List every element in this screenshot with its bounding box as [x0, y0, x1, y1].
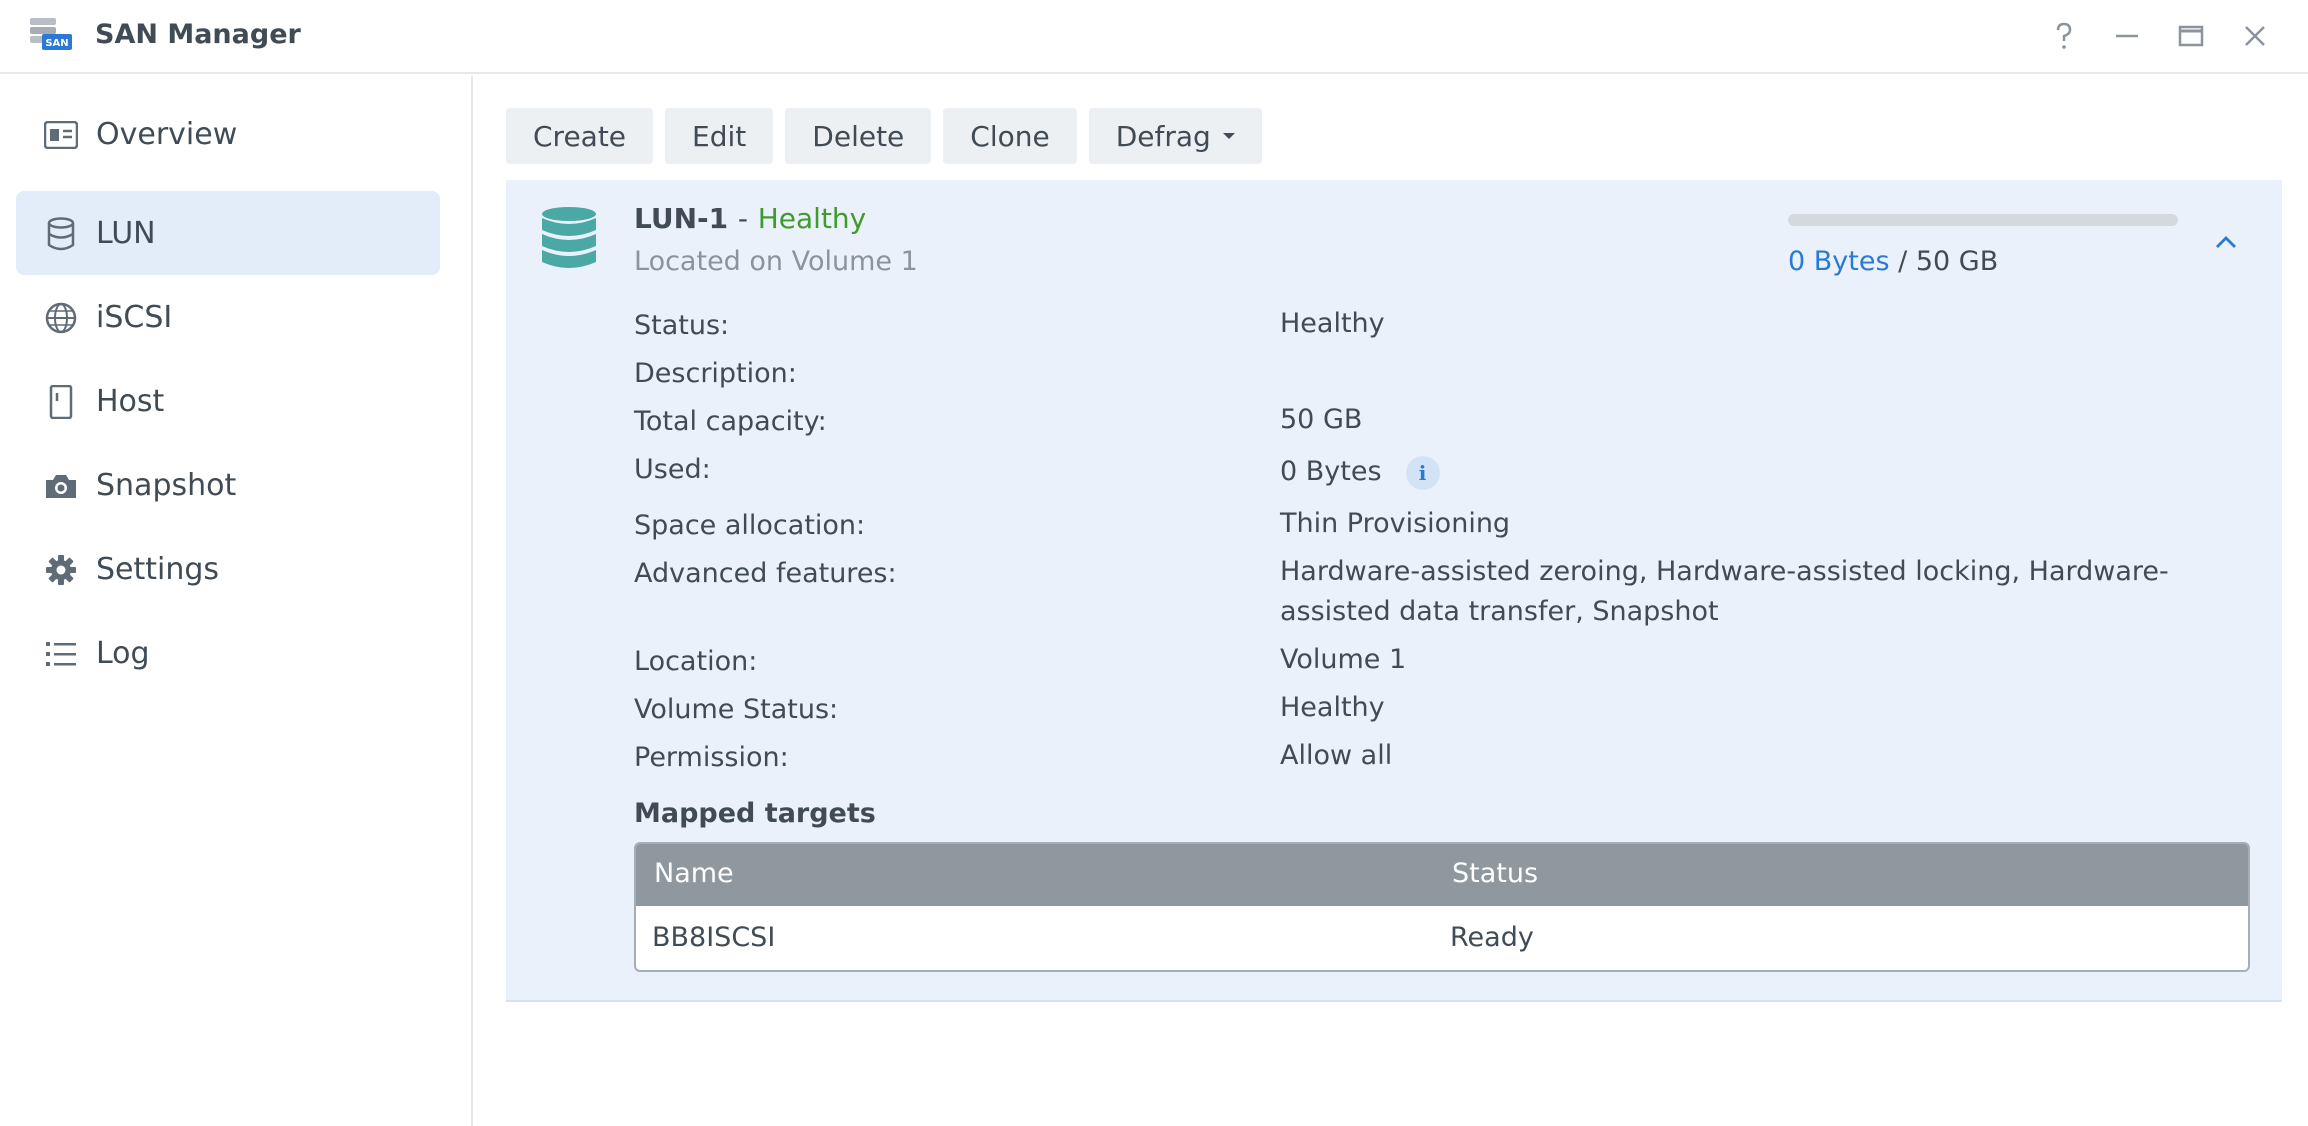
sidebar-item-lun[interactable]: LUN	[16, 191, 440, 275]
description-label: Description:	[634, 358, 797, 389]
camera-icon	[44, 469, 78, 503]
edit-button[interactable]: Edit	[665, 108, 774, 164]
usage-used: 0 Bytes	[1788, 246, 1890, 277]
overview-card-icon	[44, 118, 78, 152]
title-bar: SAN SAN Manager	[0, 0, 2308, 74]
total-capacity-value: 50 GB	[1280, 404, 1363, 435]
usage-total: 50 GB	[1915, 246, 1999, 277]
toolbar: Create Edit Delete Clone Defrag	[506, 108, 1262, 164]
permission-label: Permission:	[634, 742, 789, 773]
info-icon[interactable]: i	[1405, 455, 1440, 490]
sidebar-item-log[interactable]: Log	[16, 611, 440, 695]
status-label: Status:	[634, 310, 730, 341]
database-icon	[44, 217, 78, 251]
space-allocation-value: Thin Provisioning	[1280, 508, 1511, 539]
column-header-name[interactable]: Name	[654, 858, 734, 889]
close-icon	[2245, 26, 2265, 46]
usage-progress-bar	[1788, 214, 2178, 226]
minimize-button[interactable]	[2107, 16, 2147, 56]
lun-title-separator: -	[737, 202, 748, 235]
usage-separator: /	[1898, 246, 1908, 277]
lun-database-icon	[542, 207, 596, 268]
used-value: 0 Bytes	[1280, 456, 1382, 487]
clone-button[interactable]: Clone	[943, 108, 1077, 164]
lun-name: LUN-1	[634, 202, 729, 235]
maximize-button[interactable]	[2171, 16, 2211, 56]
table-header: Name Status	[636, 844, 2248, 906]
used-label: Used:	[634, 454, 711, 485]
location-value: Volume 1	[1280, 644, 1407, 675]
mapped-targets-table: Name Status BB8ISCSI Ready	[634, 842, 2250, 972]
defrag-label: Defrag	[1115, 119, 1211, 153]
sidebar: Overview LUN iSCSI Host Snapshot Setting…	[0, 76, 473, 1126]
volume-status-value: Healthy	[1280, 692, 1385, 723]
sidebar-item-snapshot[interactable]: Snapshot	[16, 443, 440, 527]
help-icon	[2056, 22, 2072, 49]
column-header-status[interactable]: Status	[1452, 858, 1538, 889]
close-button[interactable]	[2235, 16, 2275, 56]
table-row[interactable]: BB8ISCSI Ready	[636, 906, 2248, 970]
sidebar-item-label: iSCSI	[96, 299, 173, 335]
location-label: Location:	[634, 646, 758, 677]
window-title: SAN Manager	[95, 19, 301, 50]
permission-value: Allow all	[1280, 740, 1393, 771]
sidebar-item-label: Overview	[96, 116, 238, 152]
sidebar-item-iscsi[interactable]: iSCSI	[16, 275, 440, 359]
lun-location: Located on Volume 1	[634, 246, 918, 277]
status-value: Healthy	[1280, 308, 1385, 339]
gear-icon	[44, 553, 78, 587]
advanced-features-label: Advanced features:	[634, 558, 897, 589]
server-icon	[44, 385, 78, 419]
target-status: Ready	[1450, 922, 1534, 953]
collapse-button[interactable]	[2206, 222, 2246, 262]
sidebar-item-label: LUN	[96, 215, 156, 251]
minimize-icon	[2116, 34, 2138, 38]
chevron-up-icon	[2216, 236, 2236, 248]
maximize-icon	[2178, 25, 2204, 47]
sidebar-item-label: Host	[96, 383, 165, 419]
sidebar-item-label: Settings	[96, 551, 220, 587]
sidebar-item-label: Log	[96, 635, 150, 671]
help-button[interactable]	[2044, 16, 2084, 56]
svg-text:SAN: SAN	[45, 38, 68, 49]
space-allocation-label: Space allocation:	[634, 510, 866, 541]
lun-title: LUN-1 - Healthy	[634, 202, 866, 235]
globe-icon	[44, 301, 78, 335]
lun-detail-panel[interactable]: LUN-1 - Healthy Located on Volume 1 0 By…	[506, 180, 2282, 1002]
sidebar-item-settings[interactable]: Settings	[16, 527, 440, 611]
target-name: BB8ISCSI	[652, 922, 776, 953]
san-manager-app-icon: SAN	[30, 18, 72, 50]
mapped-targets-title: Mapped targets	[634, 798, 876, 829]
sidebar-item-host[interactable]: Host	[16, 359, 440, 443]
advanced-features-value: Hardware-assisted zeroing, Hardware-assi…	[1280, 556, 2169, 627]
defrag-dropdown-button[interactable]: Defrag	[1088, 108, 1262, 164]
volume-status-label: Volume Status:	[634, 694, 839, 725]
used-value-row: 0 Bytes i	[1280, 452, 2180, 492]
sidebar-item-label: Snapshot	[96, 467, 237, 503]
caret-down-icon	[1222, 133, 1235, 139]
lun-health-status: Healthy	[757, 202, 867, 235]
usage-text: 0 Bytes / 50 GB	[1788, 246, 1998, 277]
create-button[interactable]: Create	[506, 108, 654, 164]
delete-button[interactable]: Delete	[785, 108, 932, 164]
total-capacity-label: Total capacity:	[634, 406, 827, 437]
list-icon	[44, 637, 78, 671]
sidebar-item-overview[interactable]: Overview	[16, 92, 440, 176]
